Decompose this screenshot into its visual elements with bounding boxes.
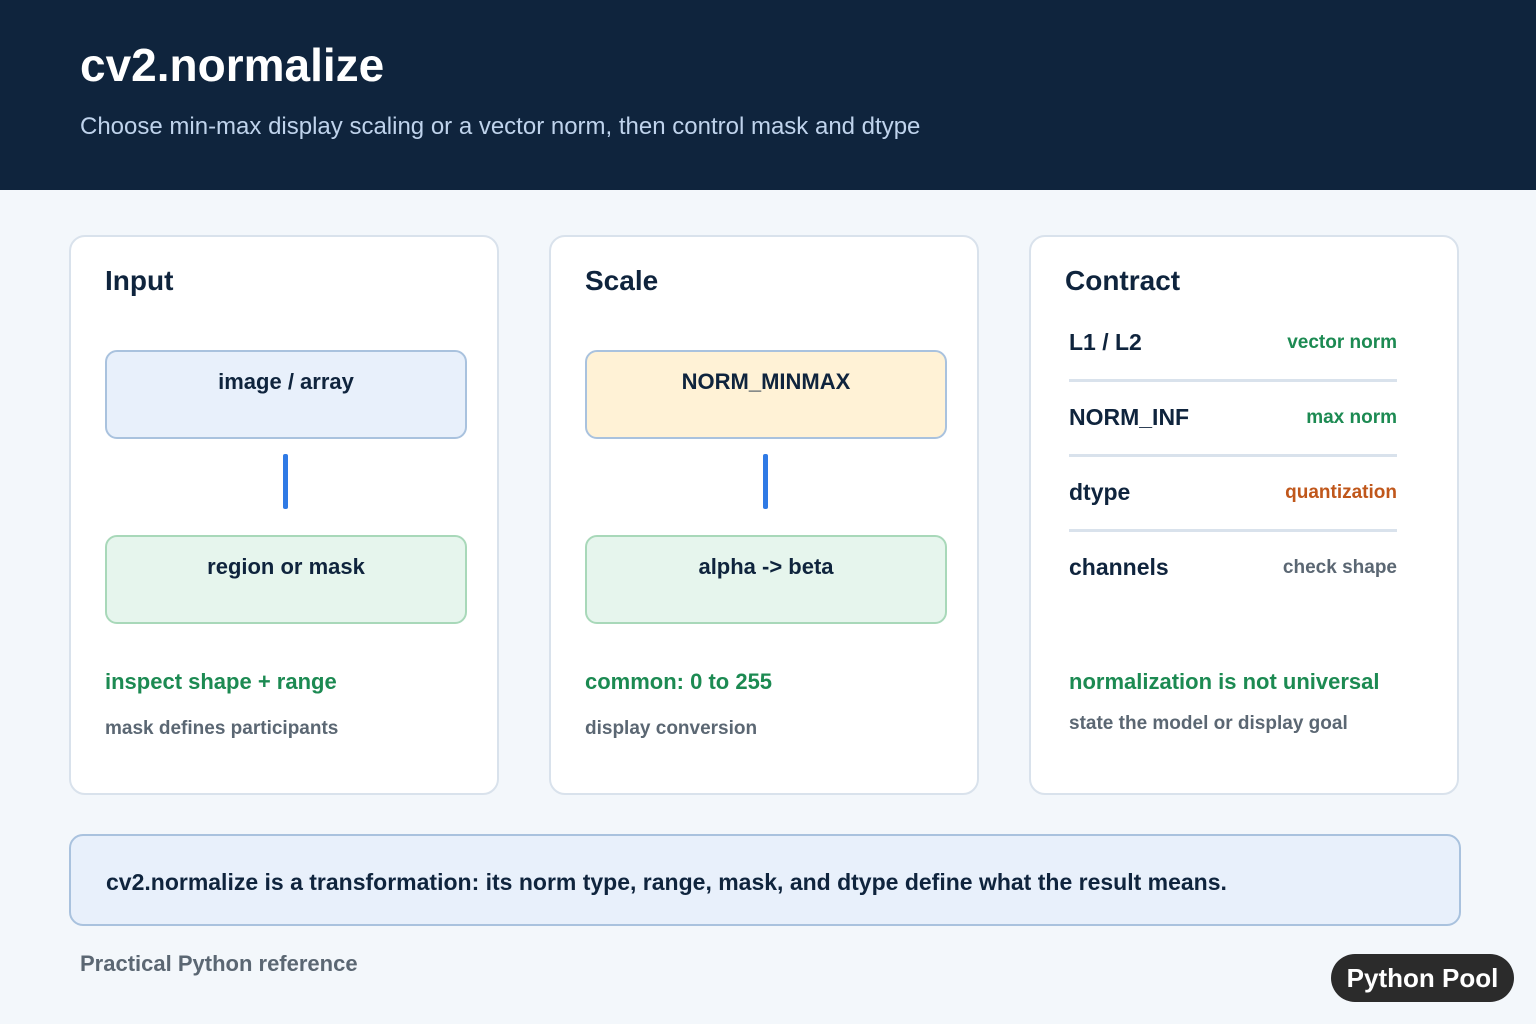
scale-note-primary: common: 0 to 255 (585, 669, 773, 694)
input-note-primary: inspect shape + range (105, 669, 337, 694)
summary-callout: cv2.normalize is a transformation: its n… (69, 834, 1461, 926)
contract-row-value: check shape (1282, 557, 1397, 578)
scale-note-secondary: display conversion (585, 718, 758, 739)
brand-badge: Python Pool (1331, 954, 1514, 1002)
scale-card: Scale NORM_MINMAX alpha -> beta common: … (549, 235, 979, 795)
contract-row-l1-l2: L1 / L2 vector norm (1069, 329, 1397, 359)
input-note-secondary: mask defines participants (105, 718, 339, 739)
image-array-node: image / array (105, 350, 467, 439)
contract-note-primary: normalization is not universal (1069, 669, 1380, 694)
contract-row-norm-inf: NORM_INF max norm (1069, 404, 1397, 434)
contract-row-key: L1 / L2 (1069, 329, 1142, 355)
contract-card-title: Contract (1065, 265, 1181, 296)
contract-divider (1069, 379, 1397, 382)
page-subtitle: Choose min-max display scaling or a vect… (80, 113, 921, 140)
contract-row-value: vector norm (1287, 332, 1397, 353)
input-card-title: Input (105, 265, 174, 296)
norm-minmax-node: NORM_MINMAX (585, 350, 947, 439)
contract-card: Contract L1 / L2 vector norm NORM_INF ma… (1029, 235, 1459, 795)
region-mask-node: region or mask (105, 535, 467, 624)
summary-callout-text: cv2.normalize is a transformation: its n… (106, 869, 1227, 895)
header-banner: cv2.normalize Choose min-max display sca… (0, 0, 1536, 190)
contract-note-secondary: state the model or display goal (1069, 713, 1348, 734)
input-connector (283, 454, 288, 509)
contract-row-value: quantization (1285, 482, 1397, 503)
scale-connector (763, 454, 768, 509)
alpha-beta-node: alpha -> beta (585, 535, 947, 624)
contract-row-channels: channels check shape (1069, 554, 1397, 584)
contract-row-key: dtype (1069, 479, 1131, 505)
contract-row-value: max norm (1306, 407, 1397, 428)
input-card: Input image / array region or mask inspe… (69, 235, 499, 795)
contract-divider (1069, 454, 1397, 457)
contract-row-key: channels (1069, 554, 1169, 580)
contract-row-key: NORM_INF (1069, 404, 1190, 430)
contract-row-dtype: dtype quantization (1069, 479, 1397, 509)
footer-reference: Practical Python reference (80, 951, 358, 976)
page-title: cv2.normalize (80, 39, 385, 91)
contract-divider (1069, 529, 1397, 532)
scale-card-title: Scale (585, 265, 659, 296)
